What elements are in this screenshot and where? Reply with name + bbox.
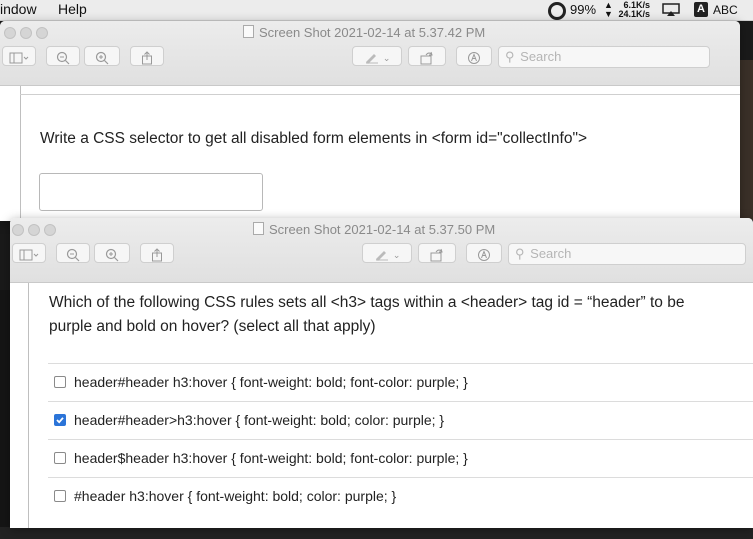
airplay-icon[interactable]: [662, 3, 680, 20]
up-down-arrows-icon: ▲ ▼: [604, 0, 613, 19]
zoom-button[interactable]: [36, 27, 48, 39]
option-4-checkbox[interactable]: [54, 490, 66, 502]
markup-button[interactable]: ⌄: [362, 243, 412, 263]
rotate-button[interactable]: [408, 46, 446, 66]
share-icon: [152, 248, 162, 262]
zoom-out-button[interactable]: [56, 243, 90, 263]
battery-percent[interactable]: 99%: [570, 2, 596, 17]
question-text: Which of the following CSS rules sets al…: [49, 294, 685, 335]
document-icon: [243, 25, 254, 38]
desktop-background-bottom: [0, 527, 753, 539]
search-icon: ⚲: [505, 49, 515, 64]
option-1[interactable]: header#header h3:hover { font-weight: bo…: [48, 363, 753, 402]
option-2-label[interactable]: header#header>h3:hover { font-weight: bo…: [74, 412, 444, 428]
menu-window[interactable]: indow: [0, 1, 37, 17]
sidebar-icon: [19, 249, 39, 261]
minimize-button[interactable]: [28, 224, 40, 236]
document-view[interactable]: Write a CSS selector to get all disabled…: [0, 86, 740, 221]
download-rate: 24.1K/s: [618, 9, 650, 19]
close-button[interactable]: [12, 224, 24, 236]
zoom-out-icon: [66, 248, 80, 262]
option-1-checkbox[interactable]: [54, 376, 66, 388]
search-icon: ⚲: [515, 246, 525, 261]
search-input[interactable]: [528, 245, 683, 262]
search-input[interactable]: [518, 48, 673, 65]
question-text: Write a CSS selector to get all disabled…: [40, 130, 588, 147]
sidebar-icon: [9, 52, 29, 64]
zoom-in-icon: [105, 248, 119, 262]
share-button[interactable]: [130, 46, 164, 66]
option-3-label[interactable]: header$header h3:hover { font-weight: bo…: [74, 450, 468, 466]
window-title: Screen Shot 2021-02-14 at 5.37.42 PM: [259, 25, 486, 40]
preview-window-front[interactable]: Screen Shot 2021-02-14 at 5.37.50 PM ⌄ ⚲: [10, 218, 753, 528]
option-3[interactable]: header$header h3:hover { font-weight: bo…: [48, 439, 753, 478]
document-icon: [253, 222, 264, 235]
menu-help[interactable]: Help: [58, 1, 87, 17]
search-field[interactable]: ⚲: [508, 243, 746, 265]
share-button[interactable]: [140, 243, 174, 263]
search-field[interactable]: ⚲: [498, 46, 710, 68]
zoom-in-button[interactable]: [94, 243, 130, 263]
rotate-button[interactable]: [418, 243, 456, 263]
option-4-label[interactable]: #header h3:hover { font-weight: bold; co…: [74, 488, 396, 504]
zoom-in-icon: [95, 51, 109, 65]
titlebar[interactable]: Screen Shot 2021-02-14 at 5.37.50 PM ⌄ ⚲: [10, 218, 753, 283]
option-2[interactable]: header#header>h3:hover { font-weight: bo…: [48, 401, 753, 440]
rotate-icon: [420, 51, 433, 65]
preview-window-back[interactable]: Screen Shot 2021-02-14 at 5.37.42 PM ⌄ ⚲: [0, 21, 740, 221]
pen-icon: [365, 53, 378, 64]
input-source-badge[interactable]: A: [694, 2, 708, 17]
minimize-button[interactable]: [20, 27, 32, 39]
chevron-down-icon: ⌄: [392, 250, 401, 260]
share-icon: [142, 51, 152, 65]
zoom-in-button[interactable]: [84, 46, 120, 66]
menubar: indow Help 99% ▲ ▼ 6.1K/s 24.1K/s A ABC: [0, 0, 753, 21]
sidebar-toggle-button[interactable]: [12, 243, 46, 263]
titlebar[interactable]: Screen Shot 2021-02-14 at 5.37.42 PM ⌄ ⚲: [0, 21, 740, 86]
option-2-checkbox[interactable]: [54, 414, 66, 426]
network-monitor[interactable]: ▲ ▼ 6.1K/s 24.1K/s: [604, 1, 654, 19]
status-ring-icon[interactable]: [548, 2, 566, 20]
option-4[interactable]: #header h3:hover { font-weight: bold; co…: [48, 477, 753, 516]
answer-input[interactable]: [39, 173, 263, 211]
annotate-button[interactable]: [456, 46, 492, 66]
chevron-down-icon: ⌄: [382, 53, 391, 63]
desktop-background: [740, 60, 753, 220]
rotate-icon: [430, 248, 443, 262]
pen-icon: [375, 250, 388, 261]
annotate-icon: [478, 248, 490, 261]
zoom-button[interactable]: [44, 224, 56, 236]
annotate-icon: [468, 51, 480, 64]
close-button[interactable]: [4, 27, 16, 39]
option-1-label[interactable]: header#header h3:hover { font-weight: bo…: [74, 374, 468, 390]
annotate-button[interactable]: [466, 243, 502, 263]
sidebar-toggle-button[interactable]: [2, 46, 36, 66]
checkmark-icon: [56, 417, 64, 424]
document-view[interactable]: Which of the following CSS rules sets al…: [10, 283, 753, 528]
window-title: Screen Shot 2021-02-14 at 5.37.50 PM: [269, 222, 496, 237]
zoom-out-button[interactable]: [46, 46, 80, 66]
zoom-out-icon: [56, 51, 70, 65]
markup-button[interactable]: ⌄: [352, 46, 402, 66]
input-source-label[interactable]: ABC: [713, 3, 738, 17]
option-3-checkbox[interactable]: [54, 452, 66, 464]
